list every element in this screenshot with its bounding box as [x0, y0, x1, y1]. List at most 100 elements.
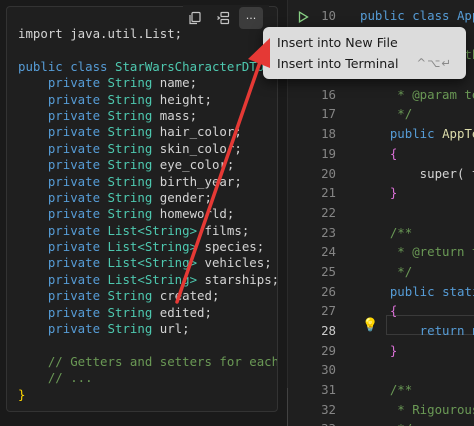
code-token: eye_color; [159, 157, 235, 173]
line-number: 16 [321, 86, 336, 102]
code-token: } [18, 386, 26, 402]
code-token: String [107, 206, 160, 222]
code-line: private String edited; [18, 304, 277, 321]
editor-line: * @param te [360, 85, 474, 105]
editor-token: { [360, 145, 398, 161]
editor-token: return ne [419, 323, 474, 338]
code-line: private List<String> vehicles; [18, 255, 277, 271]
editor-line: /** [360, 380, 474, 400]
line-number: 19 [321, 145, 336, 161]
code-token: name; [159, 75, 198, 91]
line-number: 10 [321, 8, 336, 23]
editor-line: * Rigourous [360, 400, 474, 420]
editor-line: public stati [360, 282, 474, 302]
copy-button[interactable] [183, 7, 207, 29]
line-number: 18 [321, 126, 336, 142]
menu-item-insert-terminal[interactable]: Insert into Terminal ^⌥↵ [263, 52, 466, 74]
editor-token: public [360, 126, 443, 142]
code-line: private String gender; [18, 189, 277, 206]
code-token: // Getters and setters for each f [18, 353, 278, 369]
code-token: starships; [204, 271, 278, 287]
line-number: 21 [321, 185, 336, 201]
code-token: String [107, 304, 160, 320]
editor-token: } [360, 185, 398, 201]
line-number: 27 [321, 303, 336, 319]
editor-token: /** [360, 224, 413, 240]
code-token: private [18, 173, 108, 189]
code-token: hair_color; [159, 124, 242, 140]
code-token: birth_year; [159, 173, 242, 189]
code-token: public class [18, 58, 115, 74]
editor-line: super( te [360, 164, 474, 184]
code-line: private String homeworld; [18, 206, 277, 222]
code-line: private List<String> starships; [18, 271, 278, 288]
code-token: gender; [159, 189, 212, 205]
editor-line: { [360, 144, 474, 164]
code-token: List<String> [107, 255, 205, 271]
more-actions-button[interactable]: ··· [239, 7, 263, 29]
code-token: import java.util.List; [18, 26, 183, 41]
editor-token: */ [360, 263, 413, 279]
menu-item-insert-new-file[interactable]: Insert into New File [263, 31, 466, 53]
editor-token: */ [360, 421, 412, 426]
code-token: created; [159, 288, 220, 304]
code-token: private [18, 239, 108, 255]
editor-token: } [360, 342, 398, 358]
editor-line: public class AppT [360, 6, 474, 26]
editor-line: { [360, 301, 474, 321]
code-token: private [18, 222, 108, 238]
more-actions-menu: Insert into New File Insert into Termina… [263, 27, 466, 79]
code-line: private String url; [18, 321, 277, 337]
menu-item-label: Insert into Terminal [277, 55, 399, 71]
code-token: StarWarsCharacterDTO [114, 58, 272, 74]
code-line: private String eye_color; [18, 157, 277, 173]
editor-token: { [360, 303, 398, 319]
code-token: private [18, 271, 108, 287]
editor-token: /** [360, 382, 413, 398]
code-token: private [18, 288, 108, 304]
editor-token: AppTe [442, 126, 474, 142]
code-line: private String height; [18, 91, 277, 108]
code-token: private [18, 304, 108, 320]
editor-token: stati [442, 283, 474, 299]
code-token: String [107, 107, 160, 123]
code-token: url; [159, 321, 190, 337]
line-number: 22 [321, 204, 336, 220]
line-number: 30 [321, 362, 336, 378]
code-line: private String created; [18, 288, 277, 304]
code-line: private String name; [18, 75, 277, 91]
menu-item-label: Insert into New File [277, 34, 398, 50]
code-token: private [18, 124, 108, 140]
code-token: List<String> [107, 239, 205, 255]
code-token: private [18, 321, 108, 337]
line-number: 26 [321, 283, 336, 299]
code-token: skin_color; [159, 140, 242, 156]
editor-token: * @return th [397, 244, 474, 260]
copy-icon [189, 11, 201, 25]
code-block: import java.util.List; public class StarW… [6, 6, 278, 412]
insert-at-cursor-button[interactable] [211, 7, 235, 29]
code-token: String [107, 321, 160, 337]
code-token: String [107, 91, 160, 107]
code-token: String [107, 157, 160, 173]
editor-token: public class AppT [360, 8, 474, 23]
code-line: // ... [18, 370, 277, 386]
code-block-toolbar: ··· [183, 5, 269, 31]
code-token: // ... [18, 370, 93, 386]
line-number: 25 [321, 263, 336, 279]
editor-line: */ [360, 104, 474, 124]
keyboard-shortcut: ^⌥↵ [416, 56, 452, 70]
code-line: } [18, 386, 277, 403]
line-number: 31 [321, 382, 336, 398]
code-token: String [107, 75, 160, 91]
editor-token: super( te [419, 165, 474, 181]
line-number: 24 [321, 244, 336, 260]
code-line: private String skin_color; [18, 140, 277, 157]
editor-line: */ [360, 419, 474, 426]
editor-line: * @return th [360, 242, 474, 262]
code-token: String [107, 124, 160, 140]
editor-token: */ [360, 106, 413, 122]
